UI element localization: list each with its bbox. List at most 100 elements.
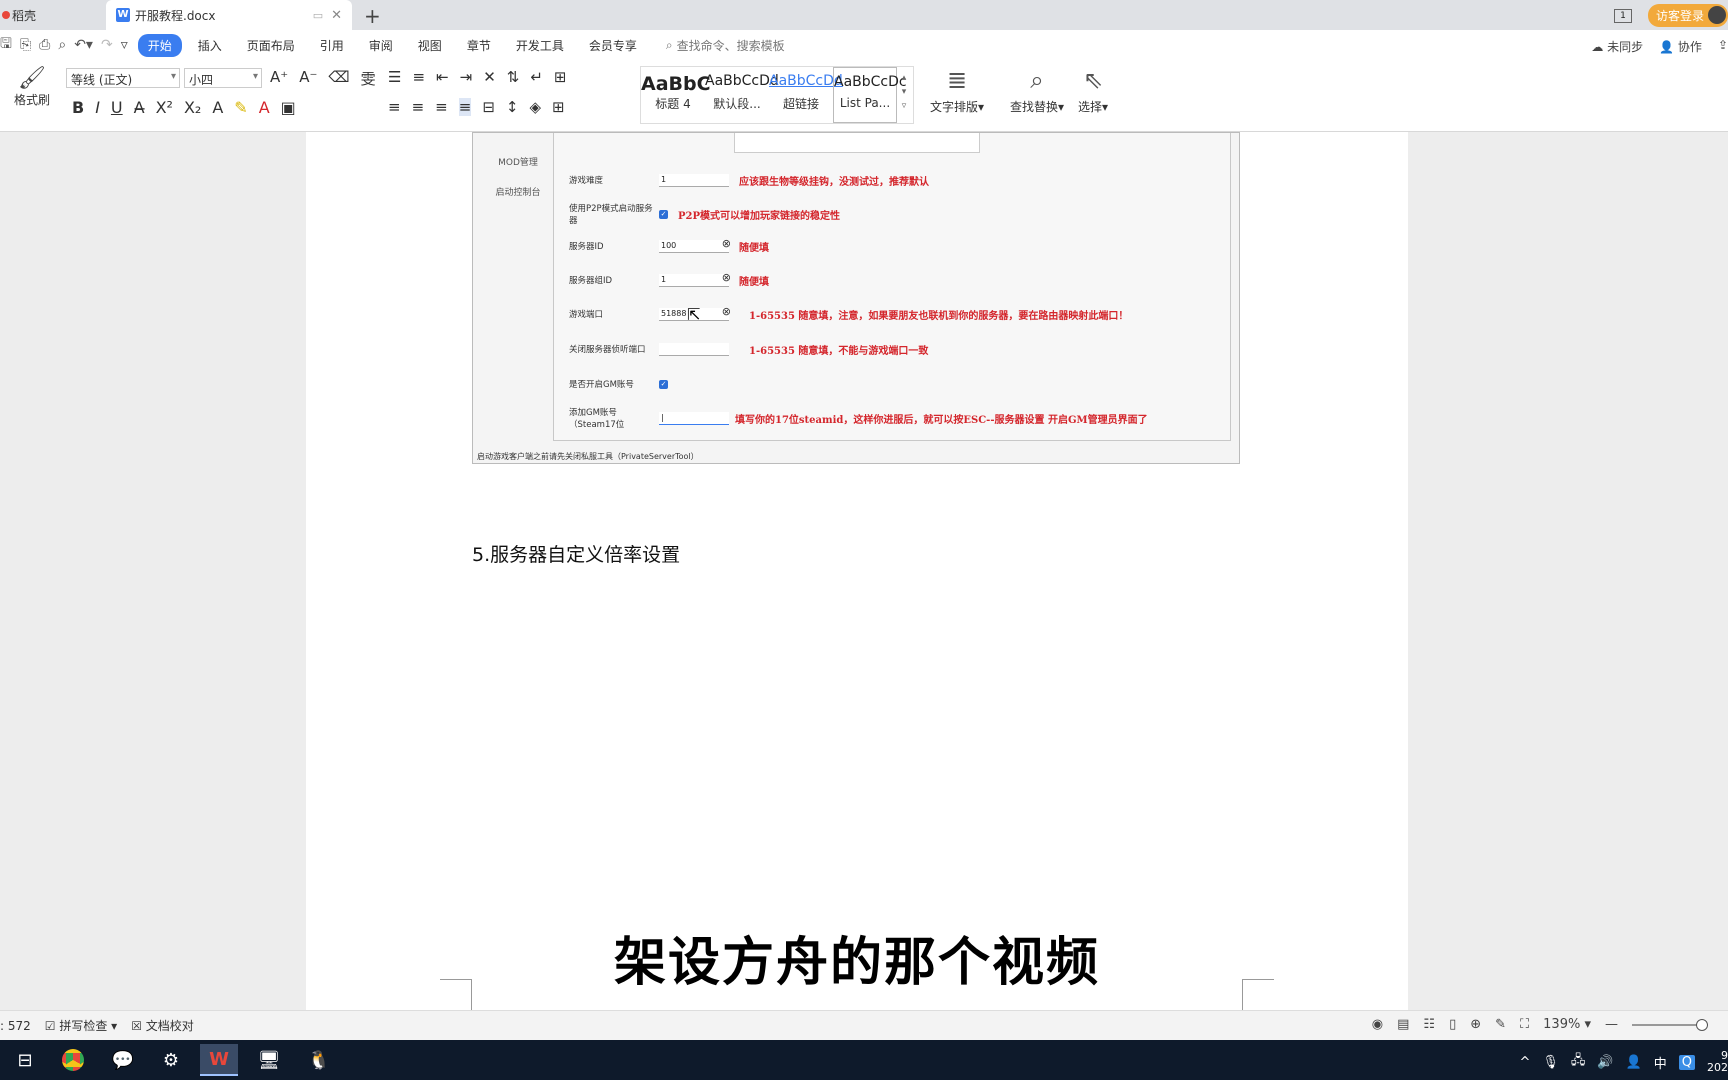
show-marks-icon[interactable]: ↵ [530,68,543,86]
tab-ruler-icon[interactable]: ⊞ [554,68,567,86]
word-count[interactable]: : 572 [0,1019,31,1033]
document-page[interactable]: MOD管理 启动控制台 游戏难度 1 应该跟生物等级挂钩，没测试过，推荐默认 使… [306,132,1408,1010]
menu-insert[interactable]: 插入 [198,37,222,54]
server-tool-icon[interactable]: 🖥 [250,1044,288,1076]
clock[interactable]: 9 202 [1707,1050,1728,1074]
microphone-icon[interactable]: 🎙 [1542,1055,1559,1070]
guest-login-button[interactable]: 访客登录 [1647,4,1728,27]
document-area[interactable]: MOD管理 启动控制台 游戏难度 1 应该跟生物等级挂钩，没测试过，推荐默认 使… [0,132,1728,1010]
window-mode-icon[interactable]: 1 [1613,8,1632,23]
align-left-icon[interactable]: ≡ [388,98,401,116]
pin-tab-icon[interactable]: ▭ [313,9,323,22]
distribute-icon[interactable]: ⊟ [482,98,495,116]
phonetic-icon[interactable]: 雯 [361,68,376,89]
reading-view-icon[interactable]: ▯ [1449,1017,1456,1032]
decrease-indent-icon[interactable]: ⇤ [436,68,449,86]
menu-layout[interactable]: 页面布局 [247,37,295,54]
shading-icon[interactable]: ◈ [529,98,541,116]
font-size-select[interactable]: 小四 [184,68,262,88]
style-list-paragraph[interactable]: AaBbCcDc List Pa... [833,67,907,123]
print-icon[interactable]: ⎙ [39,37,50,53]
tab-document[interactable]: W 开服教程.docx ▭ ✕ [106,0,352,30]
menu-references[interactable]: 引用 [320,37,344,54]
wps-icon[interactable]: W [200,1044,238,1076]
command-search[interactable]: ⌕ 查找命令、搜索模板 [666,37,785,54]
web-view-icon[interactable]: ⊕ [1470,1017,1481,1032]
subscript-icon[interactable]: X₂ [184,98,201,117]
menu-member[interactable]: 会员专享 [589,37,637,54]
tray-expand-icon[interactable]: ^ [1519,1055,1530,1070]
text-layout-button[interactable]: ≣ 文字排版▾ [930,66,984,115]
style-scroll-icon[interactable]: ▴ ▾ ▿ [897,67,911,123]
fit-page-icon[interactable]: ⛶ [1520,1017,1529,1032]
border-icon[interactable]: ⊞ [552,98,565,116]
chrome-icon[interactable] [54,1044,92,1076]
steam-icon[interactable]: ⚙ [152,1044,190,1076]
justify-icon[interactable]: ≡ [458,98,472,116]
customize-icon[interactable]: ▿ [121,37,128,53]
char-border-icon[interactable]: ▣ [281,98,296,117]
style-hyperlink[interactable]: AaBbCcDd 超链接 [769,67,843,123]
zoom-slider[interactable] [1632,1018,1708,1031]
menu-view[interactable]: 视图 [418,37,442,54]
save-icon[interactable]: 🖫 [0,33,12,57]
close-tab-icon[interactable]: ✕ [331,8,342,23]
font-color-icon[interactable]: A [259,98,270,117]
number-list-icon[interactable]: ≡ [412,68,425,86]
sync-button[interactable]: ☁ 未同步 [1591,38,1643,55]
menu-developer[interactable]: 开发工具 [516,37,564,54]
text-effect-icon[interactable]: A [212,98,223,117]
share-icon[interactable]: ⇪ [1718,38,1728,55]
embedded-screenshot[interactable]: MOD管理 启动控制台 游戏难度 1 应该跟生物等级挂钩，没测试过，推荐默认 使… [472,132,1240,464]
underline-icon[interactable]: U [111,98,123,117]
volume-icon[interactable]: 🔊 [1597,1055,1613,1070]
zoom-out-button[interactable]: — [1605,1017,1618,1032]
bold-icon[interactable]: B [72,98,84,117]
page-view-icon[interactable]: ▤ [1397,1017,1409,1032]
undo-icon[interactable]: ↶▾ [74,37,93,53]
clear-format-icon[interactable]: ⌫ [328,68,349,89]
select-button[interactable]: ⇖ 选择▾ [1078,66,1108,115]
find-replace-button[interactable]: ⌕ 查找替换▾ [1010,66,1064,115]
collab-button[interactable]: 👤 协作 [1659,38,1702,55]
outline-view-icon[interactable]: ☷ [1423,1017,1435,1032]
style-default-paragraph[interactable]: AaBbCcDd 默认段... [705,67,779,123]
pen-icon[interactable]: ✎ [1495,1017,1506,1032]
menu-home[interactable]: 开始 [137,33,182,57]
eye-protection-icon[interactable]: ◉ [1372,1017,1383,1032]
doc-check-button[interactable]: ☒ 文档校对 [131,1017,194,1034]
spell-check-button[interactable]: ☑ 拼写检查 ▾ [45,1017,117,1034]
strikethrough-icon[interactable]: A̶ [134,98,145,117]
shrink-font-icon[interactable]: A⁻ [299,68,317,89]
zoom-slider-thumb[interactable] [1696,1018,1708,1031]
tray-app-icon[interactable]: 👤 [1626,1055,1642,1070]
italic-icon[interactable]: I [95,98,100,117]
qq-tray-icon[interactable]: Q [1678,1054,1695,1070]
format-brush-button[interactable]: 🖌 格式刷 [10,66,54,108]
redo-icon[interactable]: ↷ [101,37,113,53]
grow-font-icon[interactable]: A⁺ [270,68,288,89]
zoom-level[interactable]: 139% ▾ [1543,1017,1591,1032]
tab-docer[interactable]: 稻壳 [0,0,104,30]
menu-section[interactable]: 章节 [467,37,491,54]
font-name-select[interactable]: 等线 (正文) [66,68,180,88]
chinese-layout-icon[interactable]: ✕ [483,68,496,86]
ime-indicator[interactable]: 中 [1654,1053,1667,1072]
superscript-icon[interactable]: X² [156,98,173,117]
highlight-icon[interactable]: ✎ [234,98,247,117]
print-preview-icon[interactable]: ⌕ [58,37,66,53]
wechat-icon[interactable]: 💬 [104,1044,142,1076]
bullet-list-icon[interactable]: ☰ [388,68,401,86]
increase-indent-icon[interactable]: ⇥ [460,68,473,86]
align-right-icon[interactable]: ≡ [435,98,448,116]
new-tab-button[interactable]: + [364,4,381,28]
menu-review[interactable]: 审阅 [369,37,393,54]
line-spacing-icon[interactable]: ↕ [506,98,519,116]
network-icon[interactable]: 🖧 [1571,1051,1586,1073]
export-pdf-icon[interactable]: ⎘ [20,37,31,53]
sort-icon[interactable]: ⇅ [507,68,520,86]
qq-icon[interactable]: 🐧 [300,1044,338,1076]
align-center-icon[interactable]: ≡ [412,98,425,116]
task-view-icon[interactable]: ⊟ [6,1044,44,1076]
style-heading-4[interactable]: AaBbC 标题 4 [641,67,711,123]
